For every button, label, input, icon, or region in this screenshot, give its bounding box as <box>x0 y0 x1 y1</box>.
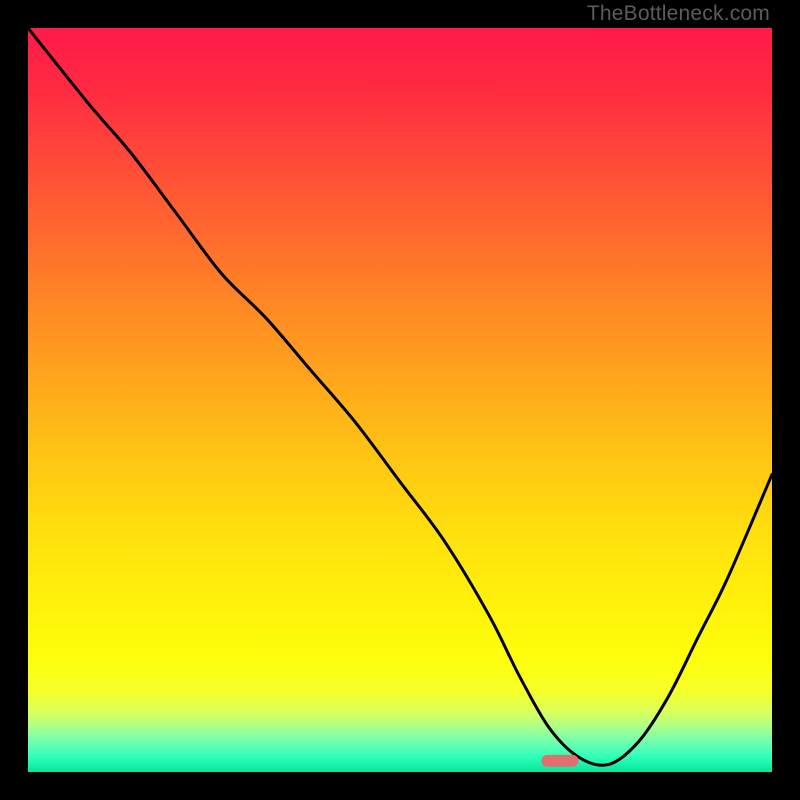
plot-area <box>28 28 772 772</box>
chart-frame: TheBottleneck.com <box>0 0 800 800</box>
optimal-marker <box>541 755 578 767</box>
chart-svg <box>28 28 772 772</box>
bottleneck-curve-path <box>28 28 772 765</box>
watermark-text: TheBottleneck.com <box>587 2 770 26</box>
